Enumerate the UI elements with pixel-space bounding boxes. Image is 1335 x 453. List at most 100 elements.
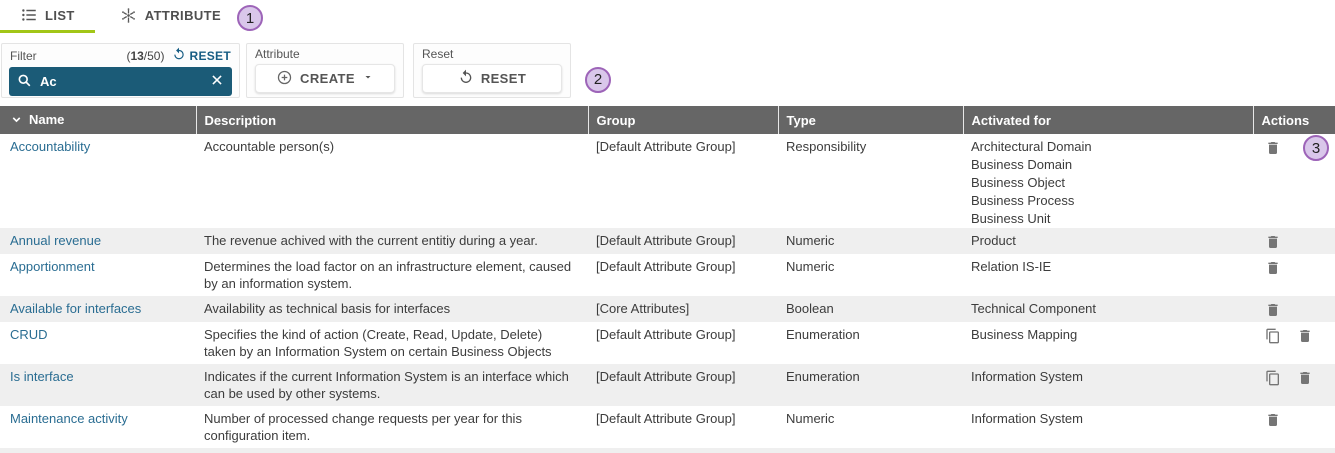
activated-item: Information System — [971, 410, 1239, 428]
cell-name: Apportionment — [0, 254, 196, 296]
chevron-down-icon — [362, 71, 374, 86]
activated-item: Business Unit — [971, 210, 1239, 224]
create-button[interactable]: CREATE — [255, 64, 395, 93]
attribute-panel-label: Attribute — [247, 44, 403, 63]
cell-name: CRUD — [0, 322, 196, 364]
cell-actions — [1253, 228, 1335, 254]
activated-list: Business Mapping — [971, 326, 1239, 344]
cell-group: [Default Attribute Group] — [588, 254, 778, 296]
cell-actions — [1253, 406, 1335, 448]
reset-panel: Reset RESET — [413, 43, 571, 98]
attribute-panel: Attribute CREATE — [246, 43, 404, 98]
sort-chevron-icon — [10, 114, 23, 129]
attributes-table: Name Description Group Type Activated fo… — [0, 106, 1335, 448]
activated-item: Relation IS-IE — [971, 258, 1239, 276]
actions-wrap: 3 — [1265, 138, 1321, 161]
cell-type: Numeric — [778, 228, 963, 254]
copy-icon[interactable] — [1265, 328, 1281, 344]
clear-search-icon[interactable] — [210, 73, 224, 90]
cell-type: Enumeration — [778, 322, 963, 364]
activated-item: Architectural Domain — [971, 138, 1239, 156]
delete-icon[interactable] — [1297, 370, 1313, 386]
delete-icon[interactable] — [1297, 328, 1313, 344]
filter-panel: Filter (13/50) RESET — [1, 43, 240, 98]
cell-name: Maintenance activity — [0, 406, 196, 448]
reset-button[interactable]: RESET — [422, 64, 562, 93]
column-header-activated-for[interactable]: Activated for — [963, 106, 1253, 134]
table-row: Is interface Indicates if the current In… — [0, 364, 1335, 406]
cell-description: Number of processed change requests per … — [196, 406, 588, 448]
delete-icon[interactable] — [1265, 260, 1281, 276]
cell-type: Numeric — [778, 254, 963, 296]
search-input[interactable] — [38, 73, 204, 90]
cell-activated-for: Information System — [963, 364, 1253, 406]
cell-actions — [1253, 322, 1335, 364]
activated-list: Product — [971, 232, 1239, 250]
column-header-type[interactable]: Type — [778, 106, 963, 134]
activated-list: Technical Component — [971, 300, 1239, 318]
column-header-description[interactable]: Description — [196, 106, 588, 134]
table-row: Available for interfaces Availability as… — [0, 296, 1335, 322]
cell-description: Availability as technical basis for inte… — [196, 296, 588, 322]
cell-activated-for: Information System — [963, 406, 1253, 448]
column-header-name[interactable]: Name — [0, 106, 196, 134]
actions-wrap — [1265, 368, 1321, 386]
attribute-icon — [119, 6, 138, 25]
tab-list-label: LIST — [45, 8, 75, 23]
cell-type: Enumeration — [778, 364, 963, 406]
cell-activated-for: Product — [963, 228, 1253, 254]
cell-group: [Default Attribute Group] — [588, 364, 778, 406]
activated-list: Information System — [971, 368, 1239, 386]
filter-reset-link[interactable]: RESET — [172, 47, 231, 64]
table-row: CRUD Specifies the kind of action (Creat… — [0, 322, 1335, 364]
cell-activated-for: Business Mapping — [963, 322, 1253, 364]
table-body: Accountability Accountable person(s) [De… — [0, 134, 1335, 448]
table-header-row: Name Description Group Type Activated fo… — [0, 106, 1335, 134]
search-box[interactable] — [9, 67, 232, 96]
attribute-link[interactable]: CRUD — [10, 327, 48, 342]
cell-type: Numeric — [778, 406, 963, 448]
delete-icon[interactable] — [1265, 302, 1281, 318]
activated-item: Business Mapping — [971, 326, 1239, 344]
cell-group: [Default Attribute Group] — [588, 406, 778, 448]
table-row: Accountability Accountable person(s) [De… — [0, 134, 1335, 228]
cell-group: [Default Attribute Group] — [588, 134, 778, 228]
attribute-link[interactable]: Accountability — [10, 139, 90, 154]
plus-circle-icon — [276, 69, 293, 89]
actions-wrap — [1265, 326, 1321, 344]
attribute-link[interactable]: Is interface — [10, 369, 74, 384]
attribute-link[interactable]: Apportionment — [10, 259, 95, 274]
reset-panel-label: Reset — [414, 44, 570, 63]
cell-description: Specifies the kind of action (Create, Re… — [196, 322, 588, 364]
activated-item: Business Domain — [971, 156, 1239, 174]
tab-list[interactable]: LIST — [0, 0, 95, 33]
cell-actions: 3 — [1253, 134, 1335, 228]
cell-group: [Default Attribute Group] — [588, 322, 778, 364]
cell-description: Determines the load factor on an infrast… — [196, 254, 588, 296]
cell-type: Responsibility — [778, 134, 963, 228]
cell-actions — [1253, 254, 1335, 296]
cell-name: Accountability — [0, 134, 196, 228]
callout-badge-3: 3 — [1303, 135, 1329, 161]
actions-wrap — [1265, 410, 1321, 428]
attribute-link[interactable]: Annual revenue — [10, 233, 101, 248]
cell-name: Available for interfaces — [0, 296, 196, 322]
list-icon — [20, 6, 38, 24]
activated-list: Architectural DomainBusiness Domain Busin… — [971, 138, 1239, 224]
cell-actions — [1253, 296, 1335, 322]
cell-description: Accountable person(s) — [196, 134, 588, 228]
cell-actions — [1253, 364, 1335, 406]
cell-description: The revenue achived with the current ent… — [196, 228, 588, 254]
copy-icon[interactable] — [1265, 370, 1281, 386]
tab-attribute[interactable]: ATTRIBUTE — [109, 0, 231, 33]
tab-bar: LIST ATTRIBUTE 1 — [0, 0, 1335, 33]
undo-icon — [458, 69, 474, 88]
actions-wrap — [1265, 232, 1321, 250]
cell-description: Indicates if the current Information Sys… — [196, 364, 588, 406]
attribute-link[interactable]: Maintenance activity — [10, 411, 128, 426]
delete-icon[interactable] — [1265, 412, 1281, 428]
delete-icon[interactable] — [1265, 234, 1281, 250]
delete-icon[interactable] — [1265, 140, 1281, 156]
column-header-group[interactable]: Group — [588, 106, 778, 134]
attribute-link[interactable]: Available for interfaces — [10, 301, 141, 316]
